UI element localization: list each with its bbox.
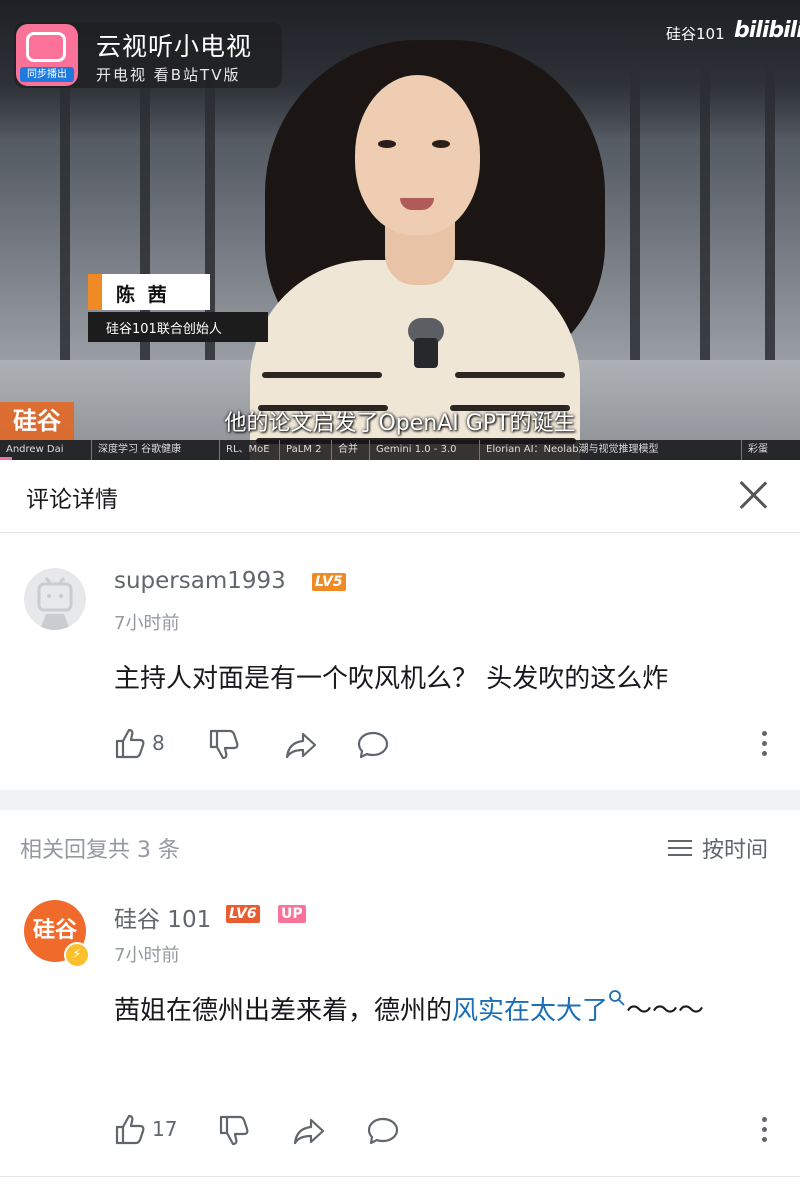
reply-button[interactable] (356, 728, 390, 762)
chat-bubble-icon (367, 1117, 399, 1145)
bilibili-watermark-logo: bilibili (734, 18, 800, 43)
presenter-face (355, 75, 480, 235)
chapter-bar[interactable]: Andrew Dai 深度学习 谷歌健康 RL、MoE PaLM 2 合并 Ge… (0, 440, 800, 460)
video-player[interactable]: 同步播出 云视听小电视 开电视 看B站TV版 硅谷101 bilibili 陈 … (0, 0, 800, 460)
mic-transmitter (414, 338, 438, 368)
level-badge: LV5 (312, 573, 346, 591)
comment-content: 主持人对面是有一个吹风机么？ 头发吹的这么炸 (114, 664, 669, 694)
bilibili-tv-icon: 同步播出 (16, 24, 78, 86)
search-keyword-link[interactable]: 风实在太大了 (452, 996, 608, 1026)
like-count: 8 (152, 731, 165, 755)
lower-third-title: 硅谷101联合创始人 (88, 312, 268, 342)
presenter-eye (432, 140, 450, 148)
chapter-item[interactable]: RL、MoE (220, 440, 280, 460)
reply-divider (0, 1176, 800, 1177)
chat-bubble-icon (357, 731, 389, 759)
thumbs-up-icon (115, 1114, 145, 1145)
verified-lightning-icon: ⚡ (64, 942, 90, 968)
thumbs-up-icon (115, 728, 145, 759)
presenter-eye (378, 140, 396, 148)
reply-username[interactable]: 硅谷 101 (114, 900, 211, 934)
channel-watermark: 硅谷101 (666, 25, 725, 43)
comment-detail-header: 评论详情 (0, 460, 800, 533)
default-avatar-icon[interactable] (24, 568, 86, 630)
chapter-item[interactable]: Elorian AI：Neolab潮与视觉推理模型 (480, 440, 742, 460)
comment-username[interactable]: supersam1993 (114, 568, 286, 594)
like-button[interactable]: 8 (114, 726, 165, 760)
chapter-item[interactable]: 合并 (332, 440, 370, 460)
chapter-item[interactable]: 彩蛋 (742, 440, 800, 460)
reply-text-tail: ～～～ (626, 996, 705, 1026)
video-subtitle: 他的论文启发了OpenAI GPT的诞生 (224, 411, 576, 436)
share-button[interactable] (292, 1114, 326, 1148)
app-promo-subtitle: 开电视 看B站TV版 (96, 66, 241, 84)
chapter-item[interactable]: 深度学习 谷歌健康 (92, 440, 220, 460)
more-options-icon[interactable] (762, 731, 768, 757)
speaker-name: 陈 茜 (116, 284, 170, 306)
reply-text: 茜姐在德州出差来着，德州的 (114, 996, 453, 1026)
like-button[interactable]: 17 (114, 1112, 177, 1146)
speaker-title: 硅谷101联合创始人 (106, 322, 222, 337)
page-title: 评论详情 (26, 487, 118, 513)
share-button[interactable] (284, 728, 318, 762)
chapter-item[interactable]: Gemini 1.0 - 3.0 (370, 440, 480, 460)
share-icon (293, 1118, 325, 1145)
sort-button[interactable]: 按时间 (668, 832, 768, 864)
reply-button[interactable] (366, 1114, 400, 1148)
chapter-item[interactable]: Andrew Dai (0, 440, 92, 460)
thumbs-down-icon (209, 729, 239, 760)
app-promo-title: 云视听小电视 (96, 32, 253, 61)
section-separator (0, 790, 800, 810)
dislike-button[interactable] (218, 1114, 252, 1148)
reply-content: 茜姐在德州出差来着，德州的风实在太大了 ～～～ (114, 988, 764, 1034)
sort-label: 按时间 (702, 838, 769, 863)
level-badge: LV6 (226, 905, 260, 923)
thumbs-down-icon (219, 1115, 249, 1146)
like-count: 17 (152, 1117, 178, 1141)
chapter-item[interactable]: PaLM 2 (280, 440, 332, 460)
channel-avatar-text: 硅谷 (32, 918, 77, 943)
up-badge: UP (278, 905, 306, 923)
search-icon[interactable] (608, 989, 626, 1007)
close-icon[interactable] (736, 478, 770, 512)
sweater-stripe (262, 372, 382, 378)
reply-time: 7小时前 (114, 945, 180, 966)
sweater-stripe (455, 372, 565, 378)
comment-time: 7小时前 (114, 613, 180, 634)
lower-third-name: 陈 茜 (88, 274, 210, 310)
app-icon-tag: 同步播出 (20, 67, 74, 82)
sort-lines-icon (668, 839, 692, 857)
dislike-button[interactable] (208, 728, 242, 762)
share-icon (285, 732, 317, 759)
more-options-icon[interactable] (762, 1117, 768, 1143)
replies-count: 相关回复共 3 条 (20, 838, 180, 863)
